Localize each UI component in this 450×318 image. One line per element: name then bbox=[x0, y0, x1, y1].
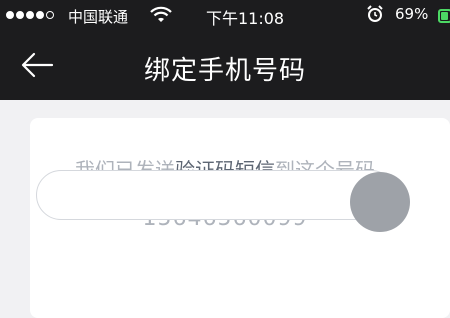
signal-dot-empty bbox=[46, 11, 54, 19]
verification-code-input[interactable] bbox=[36, 170, 396, 220]
battery-percentage: 69% bbox=[395, 5, 429, 23]
navigation-bar: 绑定手机号码 bbox=[0, 32, 450, 100]
resend-code-button[interactable] bbox=[350, 172, 410, 232]
clock: 下午11:08 bbox=[206, 9, 285, 28]
alarm-clock-icon bbox=[366, 5, 384, 27]
battery-level bbox=[441, 12, 448, 20]
page-title: 绑定手机号码 bbox=[143, 56, 306, 86]
signal-dot bbox=[6, 11, 14, 19]
signal-dot bbox=[16, 11, 24, 19]
signal-dot bbox=[26, 11, 34, 19]
signal-strength-icon bbox=[6, 11, 54, 19]
battery-icon bbox=[438, 9, 450, 23]
signal-dot bbox=[36, 11, 44, 19]
carrier-name: 中国联通 bbox=[68, 8, 129, 26]
status-bar: 中国联通 下午11:08 69% bbox=[0, 0, 450, 32]
wifi-icon bbox=[150, 6, 172, 28]
